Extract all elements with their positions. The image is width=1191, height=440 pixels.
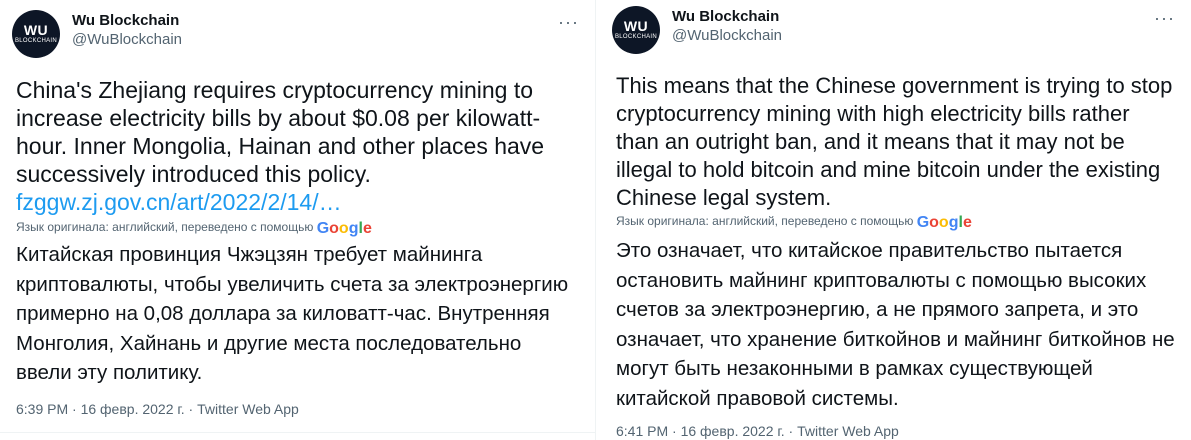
avatar[interactable]: WU BLOCKCHAIN bbox=[12, 10, 60, 58]
tweet-client[interactable]: Twitter Web App bbox=[197, 401, 299, 417]
tweet-body: This means that the Chinese government i… bbox=[616, 73, 1173, 210]
tweet-card-right[interactable]: WU BLOCKCHAIN Wu Blockchain @WuBlockchai… bbox=[600, 0, 1191, 440]
author-info: Wu Blockchain @WuBlockchain bbox=[72, 12, 182, 50]
tweet-text: China's Zhejiang requires cryptocurrency… bbox=[16, 76, 579, 216]
translation-note: Язык оригинала: английский, переведено с… bbox=[16, 220, 372, 237]
avatar-logo-text: WU bbox=[23, 22, 49, 38]
tweet-meta: 6:39 PM · 16 февр. 2022 г. · Twitter Web… bbox=[16, 400, 299, 418]
author-handle[interactable]: @WuBlockchain bbox=[72, 30, 182, 50]
tweet-header: WU BLOCKCHAIN Wu Blockchain @WuBlockchai… bbox=[612, 6, 1179, 54]
avatar-logo-text: WU bbox=[623, 18, 649, 34]
author-info: Wu Blockchain @WuBlockchain bbox=[672, 8, 782, 46]
translated-text: Китайская провинция Чжэцзян требует майн… bbox=[16, 243, 569, 384]
tweet-timestamp[interactable]: 6:41 PM · 16 февр. 2022 г. · bbox=[616, 423, 797, 439]
tweet-header: WU BLOCKCHAIN Wu Blockchain @WuBlockchai… bbox=[12, 10, 583, 58]
translation-note-text: Язык оригинала: английский, переведено с… bbox=[16, 220, 314, 234]
tweet-body: China's Zhejiang requires cryptocurrency… bbox=[16, 77, 545, 187]
tweet-meta: 6:41 PM · 16 февр. 2022 г. · Twitter Web… bbox=[616, 422, 899, 440]
tweet-text: This means that the Chinese government i… bbox=[616, 72, 1175, 212]
author-handle[interactable]: @WuBlockchain bbox=[672, 26, 782, 46]
author-name[interactable]: Wu Blockchain bbox=[672, 8, 782, 26]
tweet-card-left[interactable]: WU BLOCKCHAIN Wu Blockchain @WuBlockchai… bbox=[0, 0, 596, 440]
translated-text: Это означает, что китайское правительств… bbox=[616, 239, 1175, 410]
translation-note-text: Язык оригинала: английский, переведено с… bbox=[616, 214, 914, 228]
tweet-client[interactable]: Twitter Web App bbox=[797, 423, 899, 439]
avatar-logo-subtext: BLOCKCHAIN bbox=[14, 38, 57, 44]
avatar[interactable]: WU BLOCKCHAIN bbox=[612, 6, 660, 54]
more-options-icon[interactable]: ··· bbox=[1154, 8, 1175, 29]
translation-note: Язык оригинала: английский, переведено с… bbox=[616, 214, 972, 231]
author-name[interactable]: Wu Blockchain bbox=[72, 12, 182, 30]
tweet-link[interactable]: fzggw.zj.gov.cn/art/2022/2/14/… bbox=[16, 188, 579, 216]
divider bbox=[0, 432, 595, 433]
more-options-icon[interactable]: ··· bbox=[558, 12, 579, 33]
tweet-timestamp[interactable]: 6:39 PM · 16 февр. 2022 г. · bbox=[16, 401, 197, 417]
avatar-logo-subtext: BLOCKCHAIN bbox=[614, 34, 657, 40]
google-logo: Google bbox=[316, 220, 372, 237]
google-logo: Google bbox=[916, 214, 972, 231]
